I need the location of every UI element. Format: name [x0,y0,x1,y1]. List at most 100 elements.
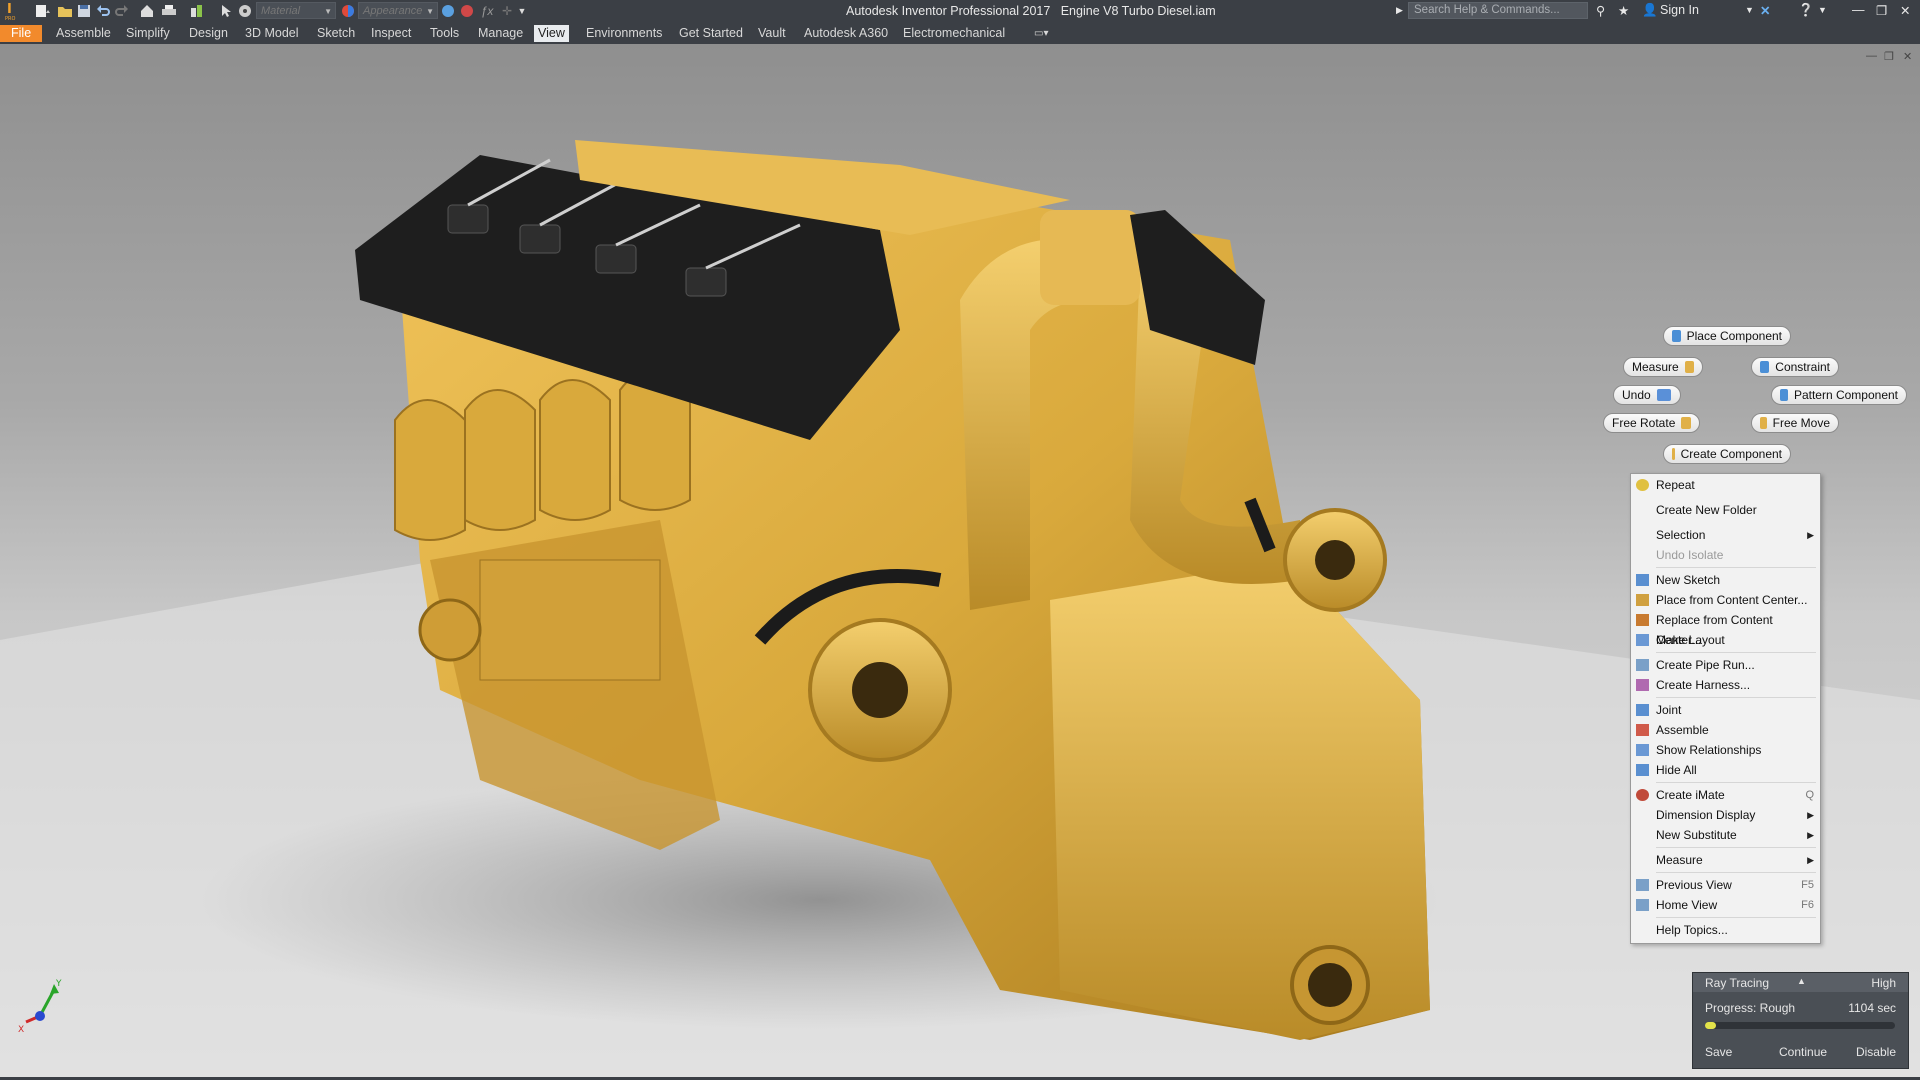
restore-window-icon[interactable]: ❐ [1876,3,1887,18]
menu-separator [1656,847,1816,848]
context-menu: Repeat Create New Folder Selection ▶ Undo… [1630,473,1821,944]
menu-item-label: Hide All [1656,763,1697,777]
menu-item-create-imate[interactable]: Create iMate Q [1631,785,1820,805]
save-icon[interactable] [76,2,92,19]
tab-file[interactable]: File [0,25,43,42]
home-icon[interactable] [139,2,155,19]
menu-item-undo-isolate: Undo Isolate [1631,545,1820,565]
search-expand-icon[interactable]: ▶ [1396,5,1403,16]
menu-item-create-pipe-run[interactable]: Create Pipe Run... [1631,655,1820,675]
material-placeholder: Material [261,5,301,17]
open-file-icon[interactable] [56,2,74,19]
clear-appearance-icon[interactable] [440,2,456,19]
menu-item-place-from-content-center[interactable]: Place from Content Center... [1631,590,1820,610]
menu-item-selection[interactable]: Selection ▶ [1631,525,1820,545]
submenu-arrow-icon: ▶ [1807,530,1814,540]
marking-free-move-button[interactable]: Free Move [1751,413,1839,433]
tab-vault[interactable]: Vault [754,25,790,42]
marking-free-rotate-button[interactable]: Free Rotate [1603,413,1700,433]
marking-pattern-component-button[interactable]: Pattern Component [1771,385,1907,405]
tab-electromechanical[interactable]: Electromechanical [899,25,1009,42]
menu-item-joint[interactable]: Joint [1631,700,1820,720]
marking-measure-button[interactable]: Measure [1623,357,1703,377]
tab-simplify[interactable]: Simplify [122,25,174,42]
menu-item-repeat[interactable]: Repeat [1631,475,1820,495]
previous-view-icon [1636,879,1649,891]
material-dropdown[interactable]: Material ▼ [256,2,336,19]
menu-item-assemble[interactable]: Assemble [1631,720,1820,740]
tab-design[interactable]: Design [185,25,232,42]
tab-tools[interactable]: Tools [426,25,463,42]
color-wheel-icon[interactable] [237,2,253,19]
menu-item-previous-view[interactable]: Previous View F5 [1631,875,1820,895]
redo-icon[interactable] [114,2,130,19]
viewport-minimize-icon[interactable]: — [1866,50,1877,62]
inventor-logo-icon[interactable]: I PRO [2,1,20,21]
appearance-icon[interactable] [340,2,356,19]
parameters-icon[interactable]: ƒx [480,2,494,19]
menu-item-new-substitute[interactable]: New Substitute ▶ [1631,825,1820,845]
marking-label: Measure [1632,360,1679,374]
menu-item-label: New Sketch [1656,573,1721,587]
menu-item-label: Create iMate [1656,788,1725,802]
adjust-appearance-icon[interactable] [459,2,475,19]
sign-in-dropdown-icon[interactable]: ▼ [1745,5,1754,15]
menu-item-make-layout[interactable]: Make Layout [1631,630,1820,650]
ray-tracing-continue-button[interactable]: Continue [1779,1045,1827,1059]
progress-bar [1705,1022,1895,1029]
ribbon-display-toggle-icon[interactable]: ▭▾ [1030,25,1052,42]
tab-assemble[interactable]: Assemble [52,25,115,42]
customize-dropdown-icon[interactable]: ▼ [516,2,528,19]
tab-view[interactable]: View [534,25,569,42]
help-icon[interactable]: ❔ [1798,3,1814,18]
tab-3d-model[interactable]: 3D Model [241,25,303,42]
favorites-star-icon[interactable]: ★ [1618,3,1629,18]
marking-place-component-button[interactable]: Place Component [1663,326,1791,346]
close-window-icon[interactable]: ✕ [1900,3,1910,18]
measure-quick-icon[interactable]: ✛ [500,2,514,19]
chevron-up-icon[interactable]: ▲ [1797,976,1806,986]
marking-constraint-button[interactable]: Constraint [1751,357,1839,377]
new-file-icon[interactable] [32,2,54,19]
tab-autodesk-a360[interactable]: Autodesk A360 [800,25,892,42]
home-view-icon [1636,899,1649,911]
menu-item-replace-from-content-center[interactable]: Replace from Content Center... [1631,610,1820,647]
sign-in-button[interactable]: Sign In [1660,3,1699,17]
pattern-component-icon [1780,389,1788,401]
menu-item-home-view[interactable]: Home View F6 [1631,895,1820,915]
menu-item-show-relationships[interactable]: Show Relationships [1631,740,1820,760]
search-binoculars-icon[interactable]: ⚲ [1596,3,1605,18]
minimize-window-icon[interactable]: — [1852,3,1865,17]
menu-item-measure[interactable]: Measure ▶ [1631,850,1820,870]
menu-item-create-harness[interactable]: Create Harness... [1631,675,1820,695]
undo-icon[interactable] [95,2,111,19]
help-search-input[interactable]: Search Help & Commands... [1408,2,1588,19]
user-icon[interactable]: 👤 [1642,3,1658,18]
viewport-restore-icon[interactable]: ❐ [1884,50,1894,63]
marking-undo-button[interactable]: Undo [1613,385,1681,405]
menu-item-label: Assemble [1656,723,1709,737]
menu-item-new-sketch[interactable]: New Sketch [1631,570,1820,590]
marking-create-component-button[interactable]: Create Component [1663,444,1791,464]
print-icon[interactable] [160,2,178,19]
menu-item-hide-all[interactable]: Hide All [1631,760,1820,780]
tab-environments[interactable]: Environments [582,25,666,42]
update-icon[interactable] [189,2,207,19]
tab-sketch[interactable]: Sketch [313,25,359,42]
ray-tracing-save-button[interactable]: Save [1705,1045,1732,1059]
tab-get-started[interactable]: Get Started [675,25,747,42]
ray-tracing-quality[interactable]: High [1871,976,1896,990]
axis-triad-icon: Y X [18,979,62,1035]
help-dropdown-icon[interactable]: ▼ [1818,5,1827,15]
tab-inspect[interactable]: Inspect [367,25,415,42]
viewport-close-icon[interactable]: ✕ [1903,50,1912,63]
ray-tracing-disable-button[interactable]: Disable [1856,1045,1896,1059]
tab-manage[interactable]: Manage [474,25,527,42]
imate-icon [1636,789,1649,801]
menu-item-help-topics[interactable]: Help Topics... [1631,920,1820,940]
exchange-apps-icon[interactable]: ✕ [1760,3,1770,18]
appearance-dropdown[interactable]: Appearance ▼ [358,2,438,19]
menu-item-dimension-display[interactable]: Dimension Display ▶ [1631,805,1820,825]
menu-item-create-new-folder[interactable]: Create New Folder [1631,500,1820,520]
select-priority-icon[interactable] [218,2,234,19]
